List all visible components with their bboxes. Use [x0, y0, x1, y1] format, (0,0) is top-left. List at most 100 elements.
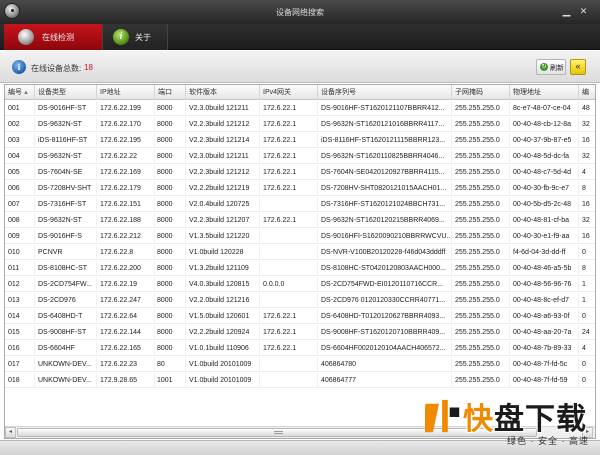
column-header-software-version[interactable]: 软件版本 — [186, 85, 260, 100]
tab-about[interactable]: i 关于 — [102, 24, 168, 50]
row-device-type: DS-9016HF-S — [35, 229, 97, 244]
watermark-logo-icon — [425, 399, 460, 433]
row-serial-number: iDS-8116HF-ST1620121115BBRR123... — [318, 133, 452, 148]
row-channel-count: 32 — [579, 213, 595, 228]
row-port: 1001 — [155, 373, 186, 388]
row-number: 001 — [5, 101, 35, 116]
table-row[interactable]: 008 DS-9632N-ST 172.6.22.188 8000 V2.2.3buil… — [5, 213, 595, 228]
row-port: 8000 — [155, 261, 186, 276]
row-software-version: V2.0.4build 120725 — [186, 197, 260, 212]
row-ip-address: 172.6.22.212 — [97, 229, 155, 244]
row-device-type: PCNVR — [35, 245, 97, 260]
row-software-version: V2.2.2build 121219 — [186, 181, 260, 196]
row-serial-number: DS-9632N-ST1620110825BBRR4046... — [318, 149, 452, 164]
row-ip-address: 172.6.22.64 — [97, 309, 155, 324]
row-mac-address: 00-40-48-81-cf-ba — [510, 213, 579, 228]
column-header-ipv4-gateway[interactable]: IPv4网关 — [260, 85, 318, 100]
row-subnet-mask: 255.255.255.0 — [452, 341, 510, 356]
row-ip-address: 172.6.22.22 — [97, 149, 155, 164]
table-row[interactable]: 011 DS-8108HC-ST 172.6.22.200 8000 V1.3.2bui… — [5, 261, 595, 276]
collapse-button[interactable]: « — [570, 59, 586, 75]
row-ip-address: 172.6.22.151 — [97, 197, 155, 212]
row-channel-count: 0 — [579, 309, 595, 324]
row-mac-address: 00-40-48-5d-dc-fa — [510, 149, 579, 164]
row-serial-number: 406864780 — [318, 357, 452, 372]
table-row[interactable]: 009 DS-9016HF-S 172.6.22.212 8000 V1.3.5buil… — [5, 229, 595, 244]
table-row[interactable]: 007 DS-7316HF-ST 172.6.22.151 8000 V2.0.4bui… — [5, 197, 595, 212]
table-row[interactable]: 001 DS-9016HF-ST 172.6.22.199 8000 V2.3.0bui… — [5, 101, 595, 116]
close-button[interactable]: ✕ — [577, 5, 590, 18]
row-ipv4-gateway: 172.6.22.1 — [260, 309, 318, 324]
table-row[interactable]: 016 DS-6604HF 172.6.22.165 8000 V1.0.1build … — [5, 341, 595, 356]
table-row[interactable]: 017 UNKOWN-DEV... 172.6.22.23 80 V1.0build 2… — [5, 357, 595, 372]
row-number: 012 — [5, 277, 35, 292]
refresh-button[interactable]: ↻ 刷新 — [536, 59, 566, 75]
row-port: 8000 — [155, 197, 186, 212]
row-device-type: UNKOWN-DEV... — [35, 373, 97, 388]
row-subnet-mask: 255.255.255.0 — [452, 101, 510, 116]
row-software-version: V4.0.3build 120815 — [186, 277, 260, 292]
row-software-version: V2.3.0build 121211 — [186, 149, 260, 164]
row-serial-number: DS-6604HF0020120104AACH406572... — [318, 341, 452, 356]
column-header-mac-address[interactable]: 物理地址 — [510, 85, 579, 100]
row-channel-count: 0 — [579, 373, 595, 388]
column-header-ip-address[interactable]: IP地址 — [97, 85, 155, 100]
row-software-version: V1.0.1build 110906 — [186, 341, 260, 356]
column-header-port[interactable]: 端口 — [155, 85, 186, 100]
row-ipv4-gateway: 172.6.22.1 — [260, 165, 318, 180]
minimize-button[interactable]: ▁ — [560, 5, 573, 18]
row-ipv4-gateway — [260, 373, 318, 388]
row-serial-number: DS-8108HC-ST0420120803AACH000... — [318, 261, 452, 276]
table-row[interactable]: 014 DS-6408HD-T 172.6.22.64 8000 V1.5.0build… — [5, 309, 595, 324]
column-header-subnet-mask[interactable]: 子网掩码 — [452, 85, 510, 100]
table-row[interactable]: 013 DS-2CD976 172.6.22.247 8000 V2.2.0build … — [5, 293, 595, 308]
row-software-version: V2.2.3build 121207 — [186, 213, 260, 228]
row-ip-address: 172.6.22.165 — [97, 341, 155, 356]
table-row[interactable]: 003 iDS-8116HF-ST 172.6.22.195 8000 V2.2.3bu… — [5, 133, 595, 148]
table-row[interactable]: 010 PCNVR 172.6.22.8 8000 V1.0build 120228 DS… — [5, 245, 595, 260]
row-device-type: DS-9632N-ST — [35, 117, 97, 132]
row-software-version: V1.0build 120228 — [186, 245, 260, 260]
table-row[interactable]: 006 DS-7208HV-SHT 172.6.22.179 8000 V2.2.2bu… — [5, 181, 595, 196]
row-subnet-mask: 255.255.255.0 — [452, 293, 510, 308]
toolbar: i 在线设备总数: 18 ↻ 刷新 « — [0, 51, 600, 83]
row-number: 010 — [5, 245, 35, 260]
table-row[interactable]: 005 DS-7604N-SE 172.6.22.169 8000 V2.2.3buil… — [5, 165, 595, 180]
row-subnet-mask: 255.255.255.0 — [452, 325, 510, 340]
column-header-channel-count[interactable]: 编 — [579, 85, 595, 100]
row-mac-address: 00-40-30-fb-9c-e7 — [510, 181, 579, 196]
row-number: 015 — [5, 325, 35, 340]
row-channel-count: 24 — [579, 325, 595, 340]
row-ip-address: 172.6.22.144 — [97, 325, 155, 340]
row-channel-count: 48 — [579, 101, 595, 116]
column-header-number[interactable]: 编号▲ — [5, 85, 35, 100]
table-row[interactable]: 015 DS-9008HF-ST 172.6.22.144 8000 V2.2.2bui… — [5, 325, 595, 340]
tab-online-detection[interactable]: 在线检测 — [4, 24, 102, 50]
row-port: 8000 — [155, 277, 186, 292]
row-serial-number: DS-7208HV-SHT0820121015AACH01... — [318, 181, 452, 196]
row-ip-address: 172.9.28.65 — [97, 373, 155, 388]
row-channel-count: 32 — [579, 117, 595, 132]
scroll-left-icon[interactable]: ◂ — [5, 427, 16, 438]
row-ipv4-gateway — [260, 197, 318, 212]
row-port: 8000 — [155, 165, 186, 180]
row-ipv4-gateway: 172.6.22.1 — [260, 117, 318, 132]
table-row[interactable]: 004 DS-9632N-ST 172.6.22.22 8000 V2.3.0build… — [5, 149, 595, 164]
row-device-type: DS-7208HV-SHT — [35, 181, 97, 196]
row-serial-number: 406864777 — [318, 373, 452, 388]
table-row[interactable]: 002 DS-9632N-ST 172.6.22.170 8000 V2.2.3buil… — [5, 117, 595, 132]
row-number: 017 — [5, 357, 35, 372]
watermark-slogan: 绿色 · 安全 · 高速 — [507, 436, 589, 446]
column-header-serial-number[interactable]: 设备序列号 — [318, 85, 452, 100]
row-ipv4-gateway: 172.6.22.1 — [260, 213, 318, 228]
row-mac-address: 00-40-48-7f-fd-59 — [510, 373, 579, 388]
table-row[interactable]: 012 DS-2CD754FW... 172.6.22.19 8000 V4.0.3bu… — [5, 277, 595, 292]
row-mac-address: 00-40-48-cb-12-8a — [510, 117, 579, 132]
table-row[interactable]: 018 UNKOWN-DEV... 172.9.28.65 1001 V1.0build… — [5, 373, 595, 388]
row-number: 018 — [5, 373, 35, 388]
row-ip-address: 172.6.22.19 — [97, 277, 155, 292]
row-port: 8000 — [155, 133, 186, 148]
device-count-label: 在线设备总数: — [31, 64, 82, 73]
row-ip-address: 172.6.22.8 — [97, 245, 155, 260]
column-header-device-type[interactable]: 设备类型 — [35, 85, 97, 100]
